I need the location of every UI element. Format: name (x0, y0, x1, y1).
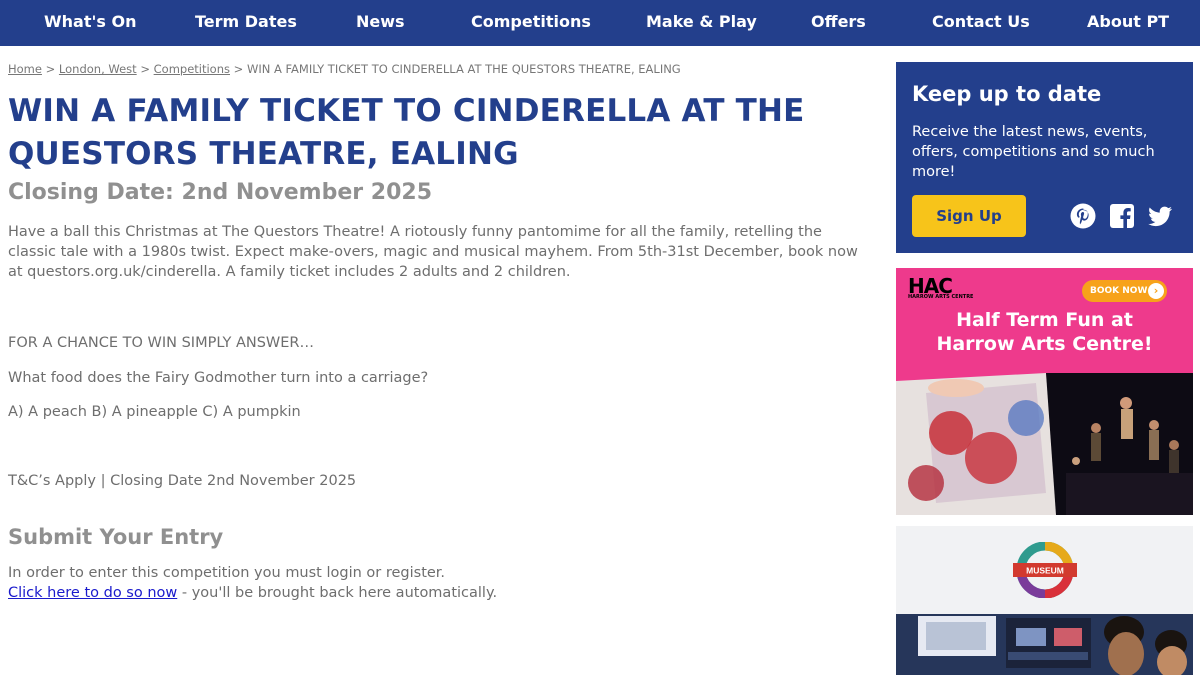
newsletter-box: Keep up to date Receive the latest news,… (896, 62, 1193, 253)
breadcrumb-region[interactable]: London, West (59, 62, 137, 76)
main-content: Home > London, West > Competitions > WIN… (8, 62, 868, 603)
newsletter-text: Receive the latest news, events, offers,… (912, 124, 1155, 180)
breadcrumb: Home > London, West > Competitions > WIN… (8, 62, 868, 76)
login-note: In order to enter this competition you m… (8, 565, 446, 581)
sign-up-button[interactable]: Sign Up (912, 195, 1026, 237)
facebook-icon[interactable] (1108, 202, 1136, 230)
breadcrumb-current: WIN A FAMILY TICKET TO CINDERELLA AT THE… (246, 62, 681, 76)
page-title-line-1: WIN A FAMILY TICKET TO CINDERELLA AT THE (8, 93, 805, 129)
chance-to-win-text: FOR A CHANCE TO WIN SIMPLY ANSWER… (8, 335, 315, 351)
nav-competitions[interactable]: Competitions (471, 0, 591, 46)
museum-roundel-text: MUSEUM (1026, 566, 1064, 576)
breadcrumb-separator: > (41, 62, 59, 76)
nav-make-and-play[interactable]: Make & Play (646, 0, 757, 46)
breadcrumb-separator: > (230, 62, 247, 76)
page-title: WIN A FAMILY TICKET TO CINDERELLA AT THE… (8, 90, 868, 176)
hac-headline-line-1: Half Term Fun at (956, 309, 1133, 331)
nav-offers[interactable]: Offers (811, 0, 866, 46)
hac-ad-photos (896, 373, 1193, 515)
nav-about-pt[interactable]: About PT (1087, 0, 1169, 46)
hac-headline-line-2: Harrow Arts Centre! (936, 333, 1153, 355)
top-navigation: What's On Term Dates News Competitions M… (0, 0, 1200, 46)
login-link-suffix: - you'll be brought back here automatica… (177, 585, 498, 601)
museum-ad[interactable]: MUSEUM (896, 526, 1193, 675)
breadcrumb-separator: > (136, 62, 154, 76)
competition-description: Have a ball this Christmas at The Questo… (8, 224, 858, 280)
harrow-arts-centre-ad[interactable]: HAC HARROW ARTS CENTRE BOOK NOW › Half T… (896, 268, 1193, 515)
terms-and-conditions: T&C’s Apply | Closing Date 2nd November … (8, 473, 357, 489)
competition-question: What food does the Fairy Godmother turn … (8, 370, 429, 386)
book-now-label: BOOK NOW (1090, 286, 1148, 296)
hac-logo-subtitle: HARROW ARTS CENTRE (908, 294, 974, 300)
nav-term-dates[interactable]: Term Dates (195, 0, 297, 46)
nav-whats-on[interactable]: What's On (44, 0, 136, 46)
hac-headline: Half Term Fun at Harrow Arts Centre! (896, 308, 1193, 356)
page-title-line-2: QUESTORS THEATRE, EALING (8, 136, 519, 172)
newsletter-title: Keep up to date (912, 82, 1102, 106)
pinterest-icon[interactable] (1069, 202, 1097, 230)
book-now-button[interactable]: BOOK NOW › (1082, 280, 1167, 302)
breadcrumb-home[interactable]: Home (8, 62, 42, 76)
twitter-icon[interactable] (1146, 202, 1174, 230)
breadcrumb-competitions[interactable]: Competitions (154, 62, 230, 76)
museum-roundel-logo: MUSEUM (1013, 542, 1077, 598)
answer-options: A) A peach B) A pineapple C) A pumpkin (8, 404, 301, 420)
login-link[interactable]: Click here to do so now (8, 585, 177, 601)
closing-date-heading: Closing Date: 2nd November 2025 (8, 180, 433, 205)
nav-news[interactable]: News (356, 0, 405, 46)
login-link-line: Click here to do so now - you'll be brou… (8, 583, 868, 603)
nav-contact-us[interactable]: Contact Us (932, 0, 1030, 46)
chevron-right-icon: › (1148, 283, 1164, 299)
submit-entry-heading: Submit Your Entry (8, 525, 224, 549)
museum-ad-photo (896, 614, 1193, 675)
